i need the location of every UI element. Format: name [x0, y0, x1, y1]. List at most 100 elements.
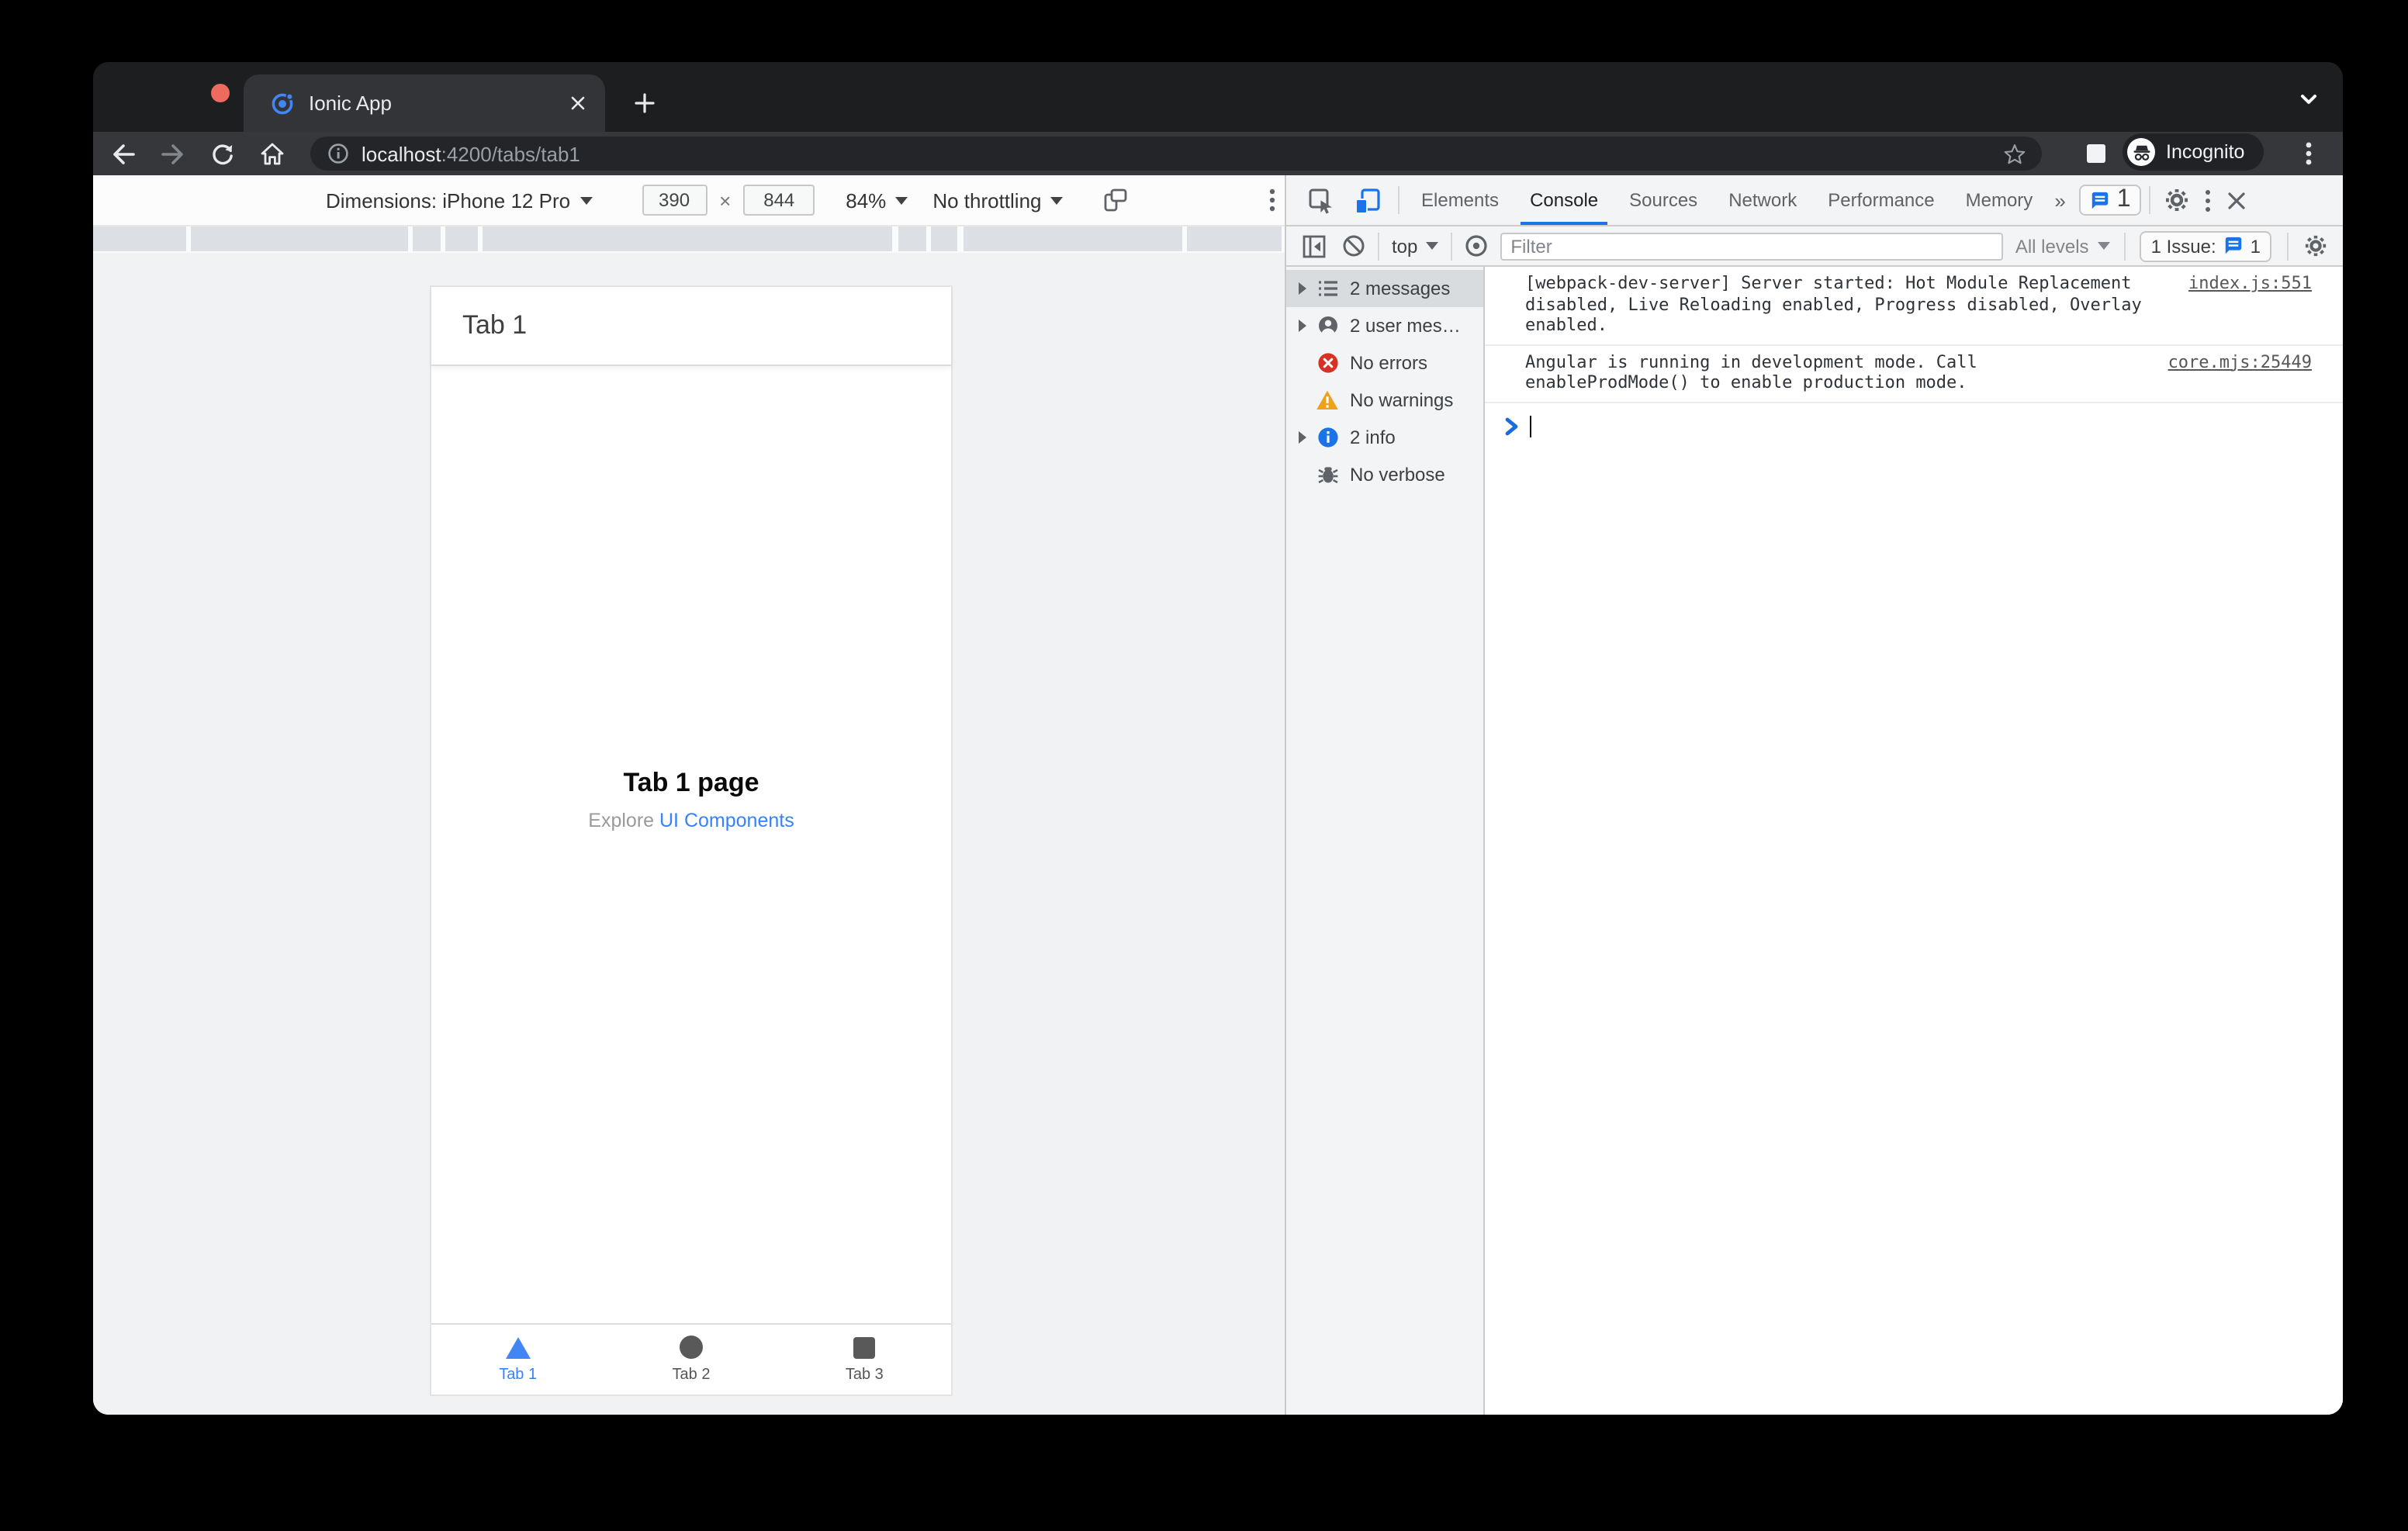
sidebar-item-warnings[interactable]: No warnings: [1286, 382, 1483, 419]
devtools-settings-icon[interactable]: [2165, 188, 2190, 213]
sidebar-item-errors[interactable]: No errors: [1286, 344, 1483, 382]
ionic-favicon: [270, 91, 295, 116]
rotate-device-icon[interactable]: [1104, 188, 1129, 213]
more-tabs-icon[interactable]: »: [2048, 188, 2071, 212]
zoom-value: 84%: [846, 188, 887, 212]
app-header: Tab 1: [431, 287, 951, 366]
throttling-value: No throttling: [932, 188, 1042, 212]
devtools-menu-icon[interactable]: [2206, 188, 2212, 212]
forward-icon[interactable]: [155, 137, 189, 171]
new-tab-button[interactable]: [633, 92, 656, 115]
app-header-title: Tab 1: [462, 310, 528, 340]
console-settings-icon[interactable]: [2304, 234, 2327, 257]
inspect-element-icon[interactable]: [1308, 187, 1334, 213]
devtools-tab-performance[interactable]: Performance: [1812, 175, 1950, 225]
sidebar-item-info[interactable]: 2 info: [1286, 419, 1483, 456]
issues-bubble-icon: [2226, 237, 2242, 254]
messages-list-icon: [1316, 277, 1339, 300]
console-sidebar: 2 messages 2 user mes… No errors No warn…: [1286, 267, 1485, 1415]
console-message-line: Angular is running in development mode. …: [1525, 351, 1977, 372]
sidebar-item-label: 2 messages: [1350, 278, 1451, 299]
incognito-label: Incognito: [2166, 141, 2245, 163]
explore-text: Explore: [588, 810, 659, 831]
back-icon[interactable]: [106, 137, 140, 171]
tab-search-chevron-icon[interactable]: [2298, 90, 2320, 109]
devtools-close-icon[interactable]: [2227, 190, 2247, 210]
console-filter-input[interactable]: [1500, 232, 2003, 260]
devtools-tab-sources[interactable]: Sources: [1614, 175, 1713, 225]
user-icon: [1316, 314, 1339, 337]
app-tab-3[interactable]: Tab 3: [778, 1325, 951, 1394]
console-toolbar: top All levels 1 Issue:: [1286, 226, 2343, 267]
clear-console-icon[interactable]: [1342, 234, 1365, 257]
reload-icon[interactable]: [205, 137, 239, 171]
bookmark-star-icon[interactable]: [1997, 137, 2031, 171]
home-icon[interactable]: [254, 137, 289, 171]
text-cursor: [1530, 415, 1531, 437]
app-tab-label: Tab 2: [672, 1367, 711, 1384]
console-message-line: [webpack-dev-server] Server started: Hot…: [1525, 273, 2132, 293]
sidebar-item-all-messages[interactable]: 2 messages: [1286, 270, 1483, 307]
console-prompt[interactable]: [1485, 403, 2343, 437]
square-icon: [853, 1336, 876, 1358]
ui-components-link[interactable]: UI Components: [659, 810, 794, 831]
triangle-icon: [505, 1336, 531, 1358]
close-tab-icon[interactable]: [569, 95, 586, 112]
side-panel-icon[interactable]: [2079, 137, 2113, 171]
page-title: Tab 1 page: [623, 768, 759, 797]
issues-bubble-icon: [2092, 191, 2109, 209]
app-tab-label: Tab 1: [499, 1366, 538, 1383]
info-icon: [1316, 426, 1339, 449]
page-info-icon[interactable]: [327, 143, 349, 164]
console-sidebar-toggle-icon[interactable]: [1302, 233, 1327, 258]
tab-strip: Ionic App: [93, 62, 2343, 132]
browser-tab-ionic-app[interactable]: Ionic App: [244, 74, 605, 132]
sidebar-item-label: No verbose: [1350, 464, 1445, 486]
devtools-tab-elements[interactable]: Elements: [1406, 175, 1514, 225]
omnibox[interactable]: localhost:4200/tabs/tab1: [310, 137, 2042, 171]
device-select[interactable]: Dimensions: iPhone 12 Pro: [326, 188, 593, 212]
issues-counter-button[interactable]: 1: [2079, 185, 2142, 216]
browser-menu-icon[interactable]: [2292, 137, 2326, 171]
circle-icon: [680, 1336, 703, 1359]
levels-label: All levels: [2015, 235, 2089, 257]
sidebar-item-user-messages[interactable]: 2 user mes…: [1286, 307, 1483, 344]
caret-right-icon[interactable]: [1299, 431, 1306, 444]
console-message[interactable]: Angular is running in development mode. …: [1485, 345, 2343, 403]
page-content: Tab 1 page Explore UI Components: [431, 768, 951, 831]
device-toolbar-menu-icon[interactable]: [1269, 188, 1275, 213]
url-path: :4200/tabs/tab1: [441, 142, 580, 165]
sidebar-item-verbose[interactable]: No verbose: [1286, 456, 1483, 493]
source-link[interactable]: core.mjs:25449: [2168, 351, 2312, 393]
zoom-select-caret-icon: [895, 196, 908, 204]
live-expression-eye-icon[interactable]: [1464, 234, 1487, 257]
app-tab-2[interactable]: Tab 2: [604, 1325, 777, 1394]
dimensions-times: ×: [719, 188, 732, 212]
devtools-tab-network[interactable]: Network: [1713, 175, 1812, 225]
device-height-input[interactable]: 844: [743, 185, 815, 216]
devtools-panel: Elements Console Sources Network Perform…: [1285, 175, 2343, 1415]
browser-window: Ionic App localhost:4200/tabs/tab1 Inco…: [93, 62, 2343, 1415]
console-message-line: enableProdMode() to enable production mo…: [1525, 372, 1967, 392]
url-host: localhost: [362, 142, 441, 165]
console-message-line: disabled, Live Reloading enabled, Progre…: [1525, 294, 2142, 335]
console-message[interactable]: [webpack-dev-server] Server started: Hot…: [1485, 267, 2343, 345]
caret-right-icon[interactable]: [1299, 320, 1306, 332]
execution-context-select[interactable]: top: [1392, 235, 1438, 257]
tab-title: Ionic App: [309, 92, 392, 115]
source-link[interactable]: index.js:551: [2188, 273, 2312, 336]
app-tab-1[interactable]: Tab 1: [431, 1325, 604, 1394]
close-window-button[interactable]: [211, 84, 230, 102]
devtools-tab-memory[interactable]: Memory: [1950, 175, 2049, 225]
incognito-icon: [2127, 138, 2155, 166]
device-toolbar-toggle-icon[interactable]: [1354, 187, 1381, 213]
zoom-select[interactable]: 84%: [846, 188, 908, 212]
devtools-tab-console[interactable]: Console: [1514, 175, 1614, 225]
throttling-select[interactable]: No throttling: [932, 188, 1064, 212]
issues-button[interactable]: 1 Issue: 1: [2140, 230, 2271, 261]
device-width-input[interactable]: 390: [642, 185, 708, 216]
caret-right-icon[interactable]: [1299, 282, 1306, 295]
media-query-bar[interactable]: [93, 226, 1285, 253]
log-levels-select[interactable]: All levels: [2015, 235, 2111, 257]
context-label: top: [1392, 235, 1418, 257]
